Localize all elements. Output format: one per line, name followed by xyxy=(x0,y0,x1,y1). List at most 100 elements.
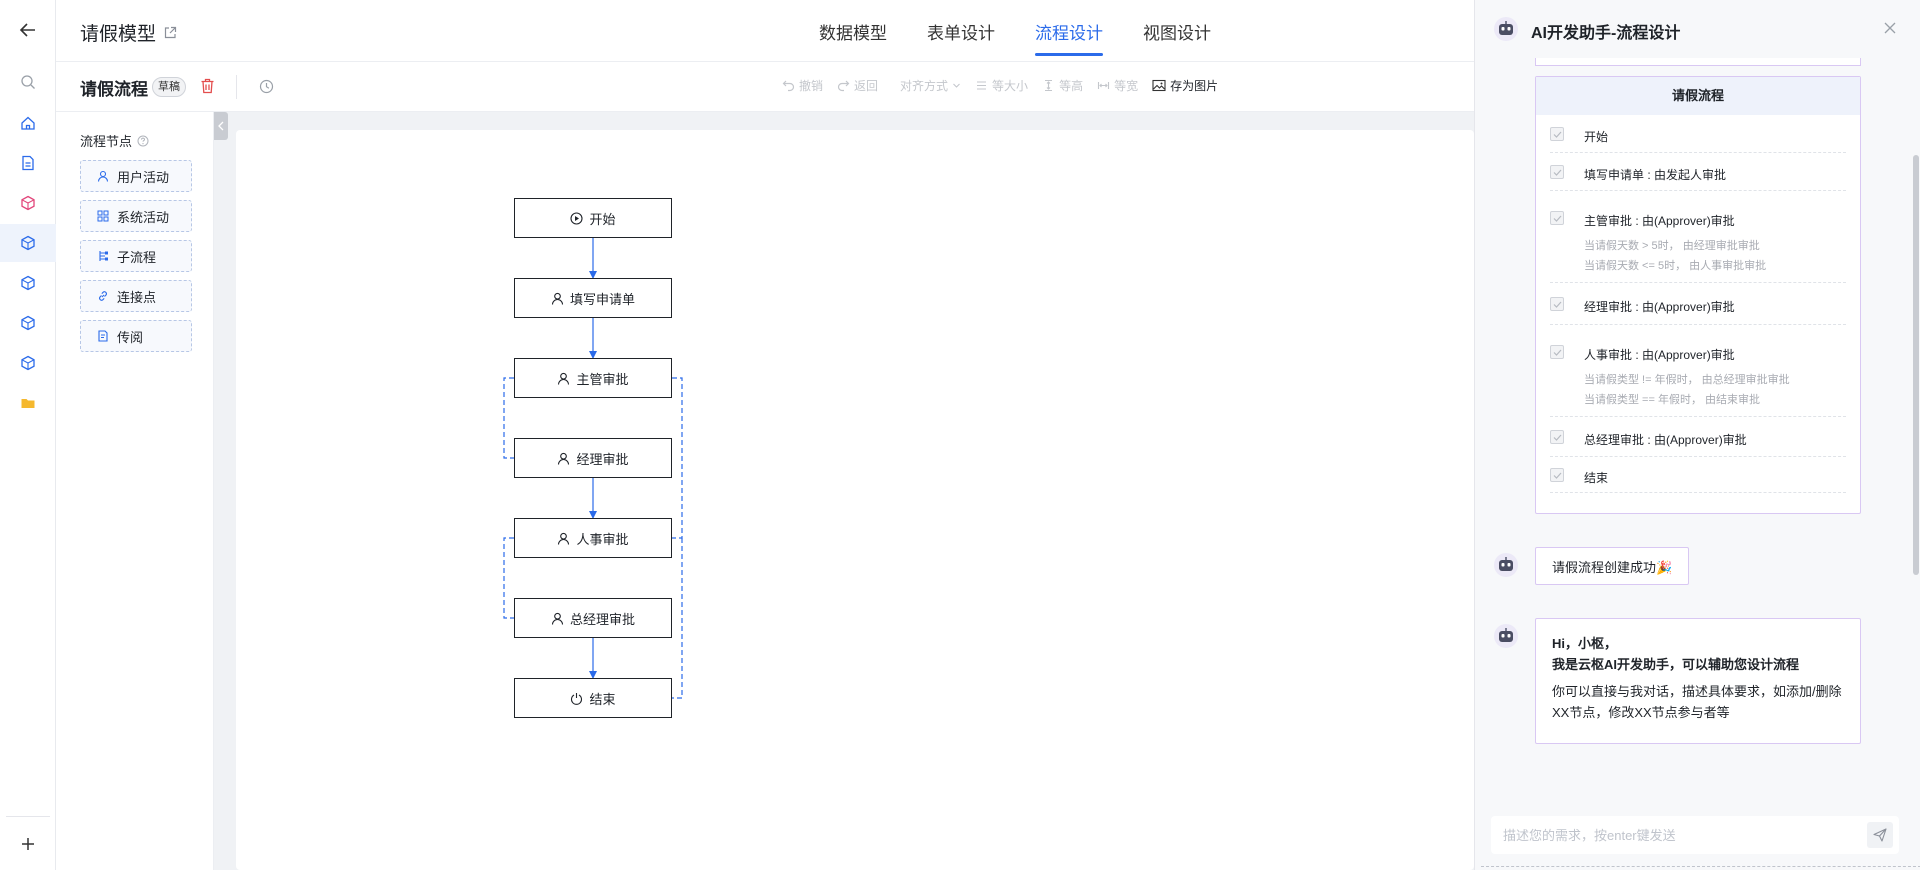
flow-node-general-manager[interactable]: 总经理审批 xyxy=(514,598,672,638)
plan-item-label: 总经理审批 : 由(Approver)审批 xyxy=(1584,433,1747,447)
tab-data-model[interactable]: 数据模型 xyxy=(799,0,907,62)
flow-node-supervisor[interactable]: 主管审批 xyxy=(514,358,672,398)
subflow-icon xyxy=(99,251,108,261)
tab-form-design[interactable]: 表单设计 xyxy=(907,0,1015,62)
plus-icon[interactable] xyxy=(16,832,40,856)
delete-icon[interactable] xyxy=(200,78,215,94)
top-header: 请假模型 数据模型 表单设计 流程设计 视图设计 xyxy=(56,0,1474,62)
document-icon[interactable] xyxy=(16,151,40,175)
user-icon xyxy=(97,170,109,182)
user-icon xyxy=(558,372,570,385)
external-link-icon[interactable] xyxy=(164,26,177,39)
greeting-line-2: 我是云枢AI开发助手，可以辅助您设计流程 xyxy=(1552,657,1800,672)
same-size-icon xyxy=(977,81,987,90)
node-item-subflow[interactable]: 子流程 xyxy=(80,240,192,272)
chevron-left-icon xyxy=(218,121,224,131)
collapse-panel-button[interactable] xyxy=(214,112,228,140)
flow-node-start[interactable]: 开始 xyxy=(514,198,672,238)
help-icon xyxy=(137,135,149,146)
same-size-button[interactable]: 等大小 xyxy=(975,77,1028,94)
send-button[interactable] xyxy=(1867,822,1893,848)
undo-button[interactable]: 撤销 xyxy=(782,77,823,94)
ai-message-list[interactable]: 请假流程 开始 填写申请单 : 由发起人审批 主管审批 : 由(Approver… xyxy=(1475,58,1920,798)
ai-assistant-panel: AI开发助手-流程设计 请假流程 开始 填写申请单 : 由发起人审批 主管审批 … xyxy=(1474,0,1920,870)
cube-icon[interactable] xyxy=(0,224,56,262)
robot-avatar-icon xyxy=(1493,552,1519,578)
flow-node-end[interactable]: 结束 xyxy=(514,678,672,718)
flow-node-hr[interactable]: 人事审批 xyxy=(514,518,672,558)
flow-node-label: 填写申请单 xyxy=(569,291,635,307)
play-circle-icon xyxy=(570,211,584,225)
flow-node-manager[interactable]: 经理审批 xyxy=(514,438,672,478)
plan-item-condition: 当请假天数 > 5时， 由经理审批审批 xyxy=(1584,240,1760,252)
image-icon xyxy=(1152,79,1166,92)
align-dropdown[interactable]: 对齐方式 xyxy=(900,77,961,94)
close-icon[interactable] xyxy=(1883,21,1897,35)
node-item-circulate[interactable]: 传阅 xyxy=(80,320,192,352)
same-height-label: 等高 xyxy=(1059,79,1084,93)
check-icon xyxy=(1550,127,1564,141)
node-item-label: 系统活动 xyxy=(117,209,170,225)
flow-node-label: 结束 xyxy=(589,691,616,707)
plan-item: 主管审批 : 由(Approver)审批 当请假天数 > 5时， 由经理审批审批… xyxy=(1550,191,1846,283)
chevron-down-icon xyxy=(953,83,960,88)
history-icon[interactable] xyxy=(259,79,274,94)
flow-toolbar: 请假流程 草稿 撤销 返回 对齐方式 等大小 等高 等宽 存为图片 xyxy=(56,62,1474,112)
plan-item: 开始 xyxy=(1550,115,1846,153)
undo-icon xyxy=(782,80,795,92)
flow-canvas[interactable]: 开始 填写申请单 主管审批 经理审批 人事审批 总经理审批 结束 xyxy=(236,130,1474,870)
flow-node-fill-form[interactable]: 填写申请单 xyxy=(514,278,672,318)
plan-item-label: 开始 xyxy=(1584,130,1609,144)
flow-node-label: 总经理审批 xyxy=(569,611,635,627)
user-icon xyxy=(551,612,564,625)
same-height-button[interactable]: 等高 xyxy=(1042,77,1083,94)
save-image-button[interactable]: 存为图片 xyxy=(1152,77,1218,94)
node-item-label: 传阅 xyxy=(117,329,144,345)
status-badge: 草稿 xyxy=(152,77,186,97)
tab-flow-design[interactable]: 流程设计 xyxy=(1015,0,1123,62)
flow-plan-card: 请假流程 开始 填写申请单 : 由发起人审批 主管审批 : 由(Approver… xyxy=(1535,76,1861,514)
plan-item-label: 经理审批 : 由(Approver)审批 xyxy=(1584,300,1735,314)
tab-view-design[interactable]: 视图设计 xyxy=(1123,0,1231,62)
flow-title: 请假流程 xyxy=(80,80,148,99)
cube-icon[interactable] xyxy=(16,311,40,335)
cube-icon[interactable] xyxy=(16,271,40,295)
power-icon xyxy=(571,692,583,705)
ai-input-box xyxy=(1491,816,1899,854)
scrollbar[interactable] xyxy=(1913,155,1919,575)
canvas-area: 开始 填写申请单 主管审批 经理审批 人事审批 总经理审批 结束 xyxy=(214,112,1474,870)
link-icon xyxy=(99,291,107,301)
cube-red-icon[interactable] xyxy=(16,191,40,215)
flow-node-label: 主管审批 xyxy=(576,371,629,387)
redo-button[interactable]: 返回 xyxy=(837,77,878,94)
plan-item-condition: 当请假类型 == 年假时， 由结束审批 xyxy=(1584,394,1761,406)
check-icon xyxy=(1550,468,1564,482)
same-width-button[interactable]: 等宽 xyxy=(1097,77,1138,94)
node-item-system-activity[interactable]: 系统活动 xyxy=(80,200,192,232)
check-icon xyxy=(1550,430,1564,444)
check-icon xyxy=(1550,345,1564,359)
ai-panel-header: AI开发助手-流程设计 xyxy=(1475,0,1920,58)
search-icon[interactable] xyxy=(16,70,40,94)
plan-item-label: 人事审批 : 由(Approver)审批 xyxy=(1584,348,1735,362)
redo-icon xyxy=(837,80,850,92)
folder-icon[interactable] xyxy=(16,391,40,415)
robot-avatar-icon xyxy=(1493,623,1519,649)
cube-icon[interactable] xyxy=(16,351,40,375)
left-rail xyxy=(0,0,56,870)
node-item-label: 连接点 xyxy=(117,289,157,305)
ai-message-input[interactable] xyxy=(1503,816,1843,854)
node-panel-title-text: 流程节点 xyxy=(80,134,133,149)
flow-node-label: 开始 xyxy=(589,211,616,227)
node-item-junction[interactable]: 连接点 xyxy=(80,280,192,312)
node-item-user-activity[interactable]: 用户活动 xyxy=(80,160,192,192)
greeting-message: Hi，小枢， 我是云枢AI开发助手，可以辅助您设计流程 你可以直接与我对话，描述… xyxy=(1535,618,1861,744)
circulate-icon xyxy=(98,330,108,342)
plan-item: 填写申请单 : 由发起人审批 xyxy=(1550,153,1846,191)
home-icon[interactable] xyxy=(16,111,40,135)
back-arrow-icon[interactable] xyxy=(16,18,40,42)
check-icon xyxy=(1550,297,1564,311)
success-message: 请假流程创建成功🎉 xyxy=(1535,547,1690,585)
align-label: 对齐方式 xyxy=(900,79,949,93)
grid-icon xyxy=(97,210,109,222)
